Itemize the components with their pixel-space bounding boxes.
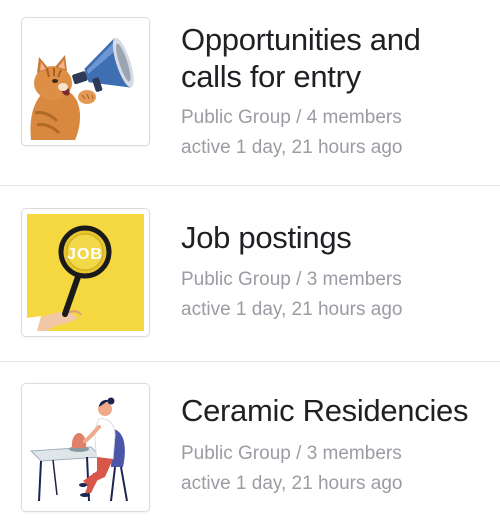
group-visibility: Public Group <box>181 269 291 290</box>
group-member-count: 3 members <box>306 269 402 290</box>
group-avatar[interactable]: JOB <box>21 208 150 337</box>
group-title-link[interactable]: Opportunities and calls for entry <box>181 21 481 95</box>
group-title-link[interactable]: Ceramic Residencies <box>181 392 481 429</box>
group-activity: active 1 day, 21 hours ago <box>181 473 403 494</box>
group-item: Ceramic Residencies Public Group / 3 mem… <box>0 362 500 526</box>
meta-separator: / <box>290 443 307 464</box>
group-title-line: Opportunities and <box>181 22 421 57</box>
group-list: Opportunities and calls for entry Public… <box>0 0 500 526</box>
group-meta: Public Group / 3 members <box>181 439 402 469</box>
group-avatar[interactable] <box>21 17 150 146</box>
group-title-line: Ceramic Residencies <box>181 393 469 428</box>
potter-at-wheel-illustration <box>27 389 144 506</box>
group-activity: active 1 day, 21 hours ago <box>181 299 403 320</box>
group-activity: active 1 day, 21 hours ago <box>181 137 403 158</box>
job-text: JOB <box>67 246 103 263</box>
group-meta: Public Group / 4 members <box>181 103 402 133</box>
meta-separator: / <box>290 269 307 290</box>
group-title-link[interactable]: Job postings <box>181 219 481 256</box>
group-item: JOB Job postings Public Group / 3 member… <box>0 186 500 361</box>
group-visibility: Public Group <box>181 443 291 464</box>
magnifying-glass-job-image: JOB <box>27 214 144 331</box>
group-title-line: Job postings <box>181 220 352 255</box>
group-title-line: calls for entry <box>181 59 361 94</box>
group-avatar[interactable] <box>21 383 150 512</box>
cat-with-megaphone-image <box>27 23 144 140</box>
meta-separator: / <box>290 107 307 128</box>
group-member-count: 4 members <box>306 107 402 128</box>
group-visibility: Public Group <box>181 107 291 128</box>
group-member-count: 3 members <box>306 443 402 464</box>
group-item: Opportunities and calls for entry Public… <box>0 0 500 185</box>
group-meta: Public Group / 3 members <box>181 265 402 295</box>
